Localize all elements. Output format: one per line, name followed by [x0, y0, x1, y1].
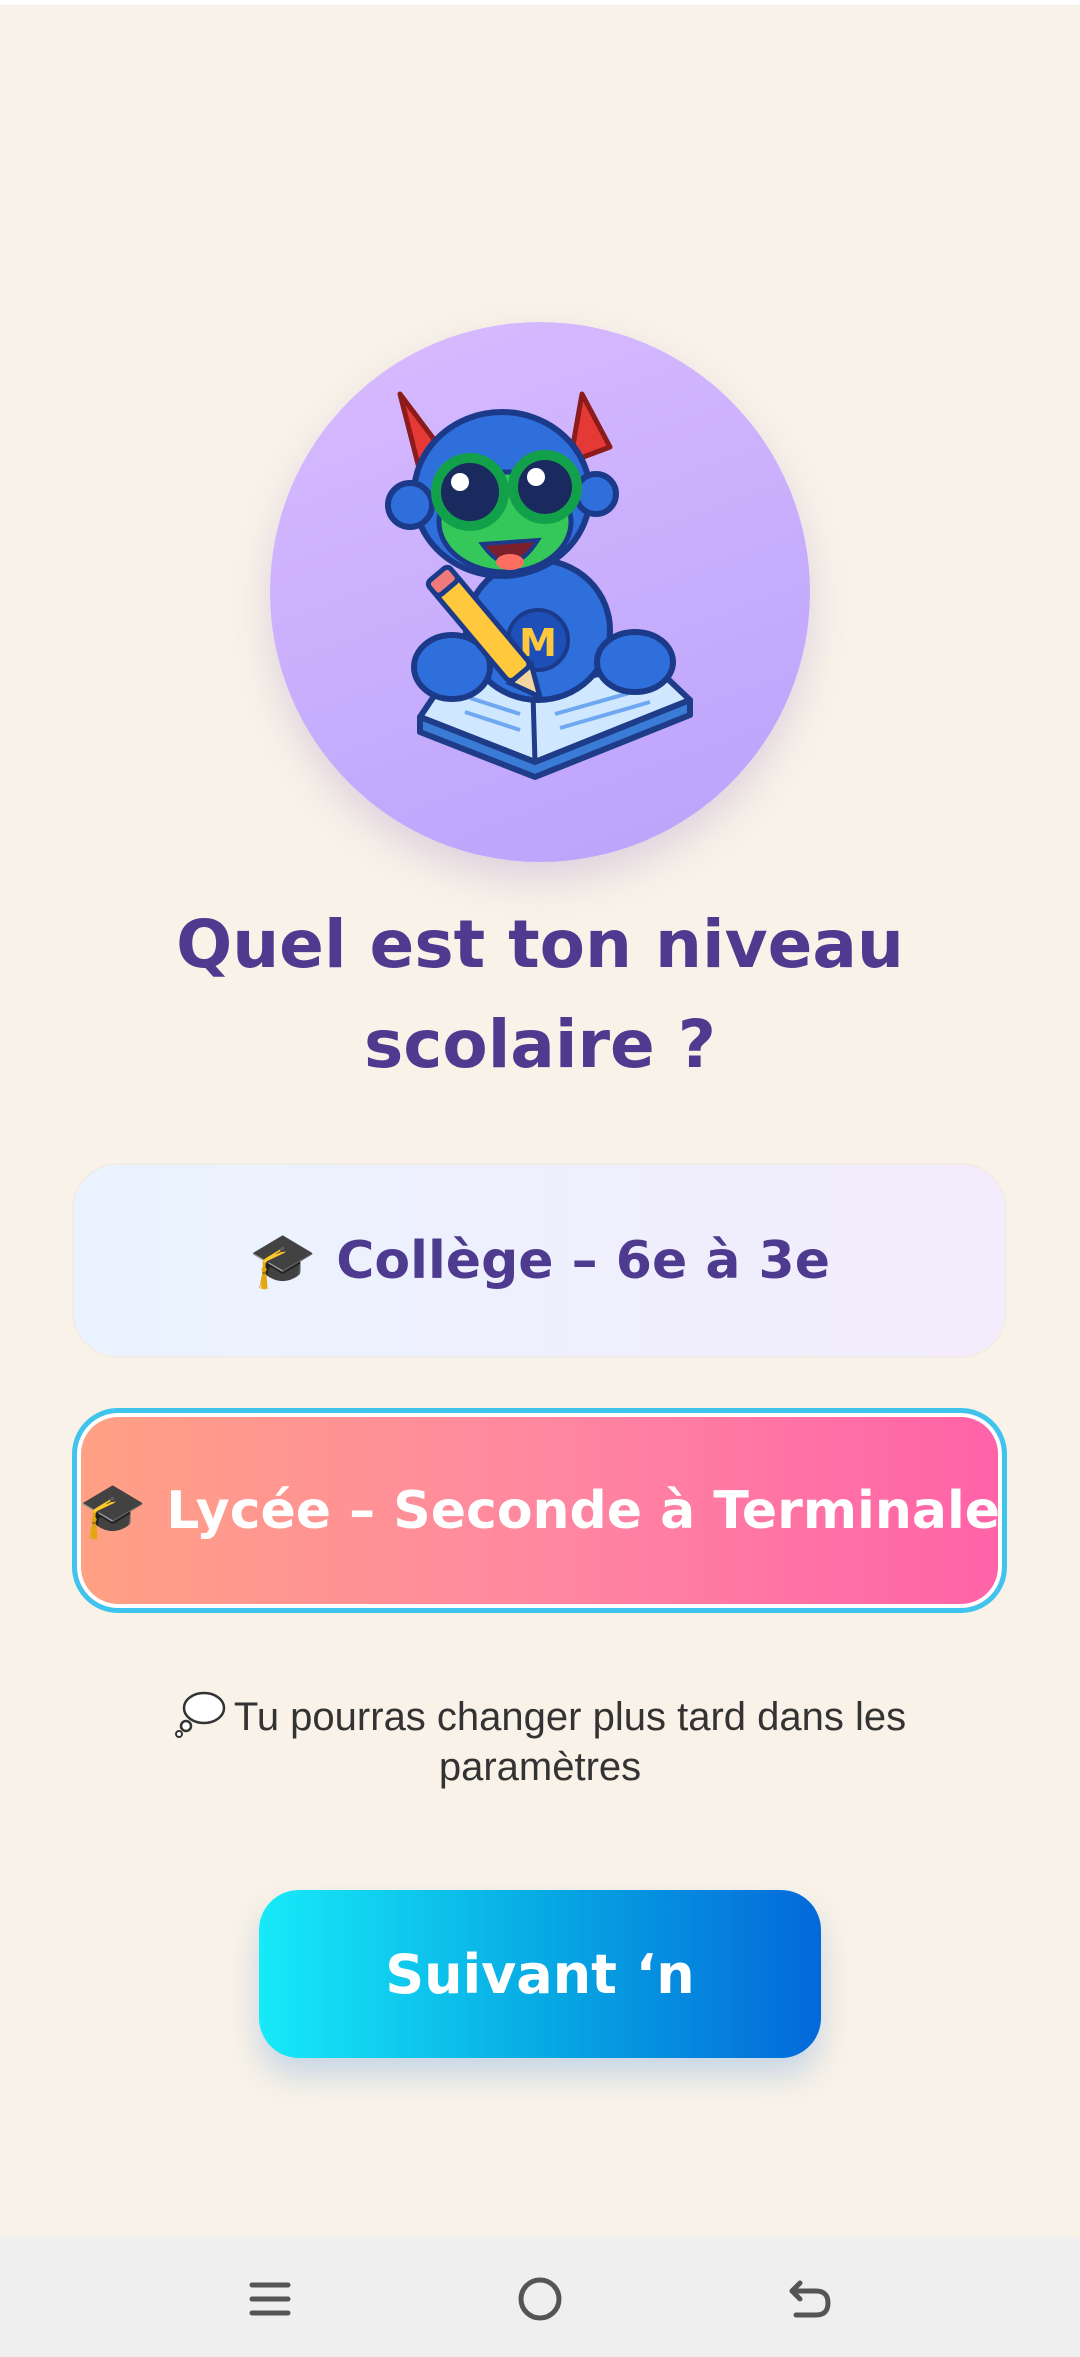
status-bar — [0, 0, 1080, 5]
next-button-label: Suivant ‘n — [385, 1942, 695, 2006]
home-icon[interactable] — [500, 2259, 580, 2339]
page-title: Quel est ton niveau scolaire ? — [176, 906, 904, 1083]
thought-bubble-icon — [174, 1691, 226, 1738]
hint-text: Tu pourras changer plus tard dans les pa… — [233, 1695, 907, 1789]
next-button[interactable]: Suivant ‘n — [259, 1890, 821, 2058]
graduation-cap-icon: 🎓 — [249, 1228, 317, 1292]
menu-icon[interactable] — [230, 2259, 310, 2339]
mascot-illustration: M — [270, 322, 810, 862]
robot-mascot-icon: M — [385, 391, 693, 780]
option-label: Collège – 6e à 3e — [336, 1230, 830, 1291]
system-nav-bar — [0, 2237, 1080, 2357]
option-label: Lycée – Seconde à Terminale — [166, 1480, 1001, 1541]
graduation-cap-icon: 🎓 — [78, 1478, 147, 1542]
back-icon[interactable] — [770, 2259, 850, 2339]
option-lycee[interactable]: 🎓 Lycée – Seconde à Terminale — [72, 1408, 1007, 1613]
option-college[interactable]: 🎓 Collège – 6e à 3e — [72, 1163, 1007, 1358]
hint-text-container: Tu pourras changer plus tard dans les pa… — [140, 1690, 940, 1792]
